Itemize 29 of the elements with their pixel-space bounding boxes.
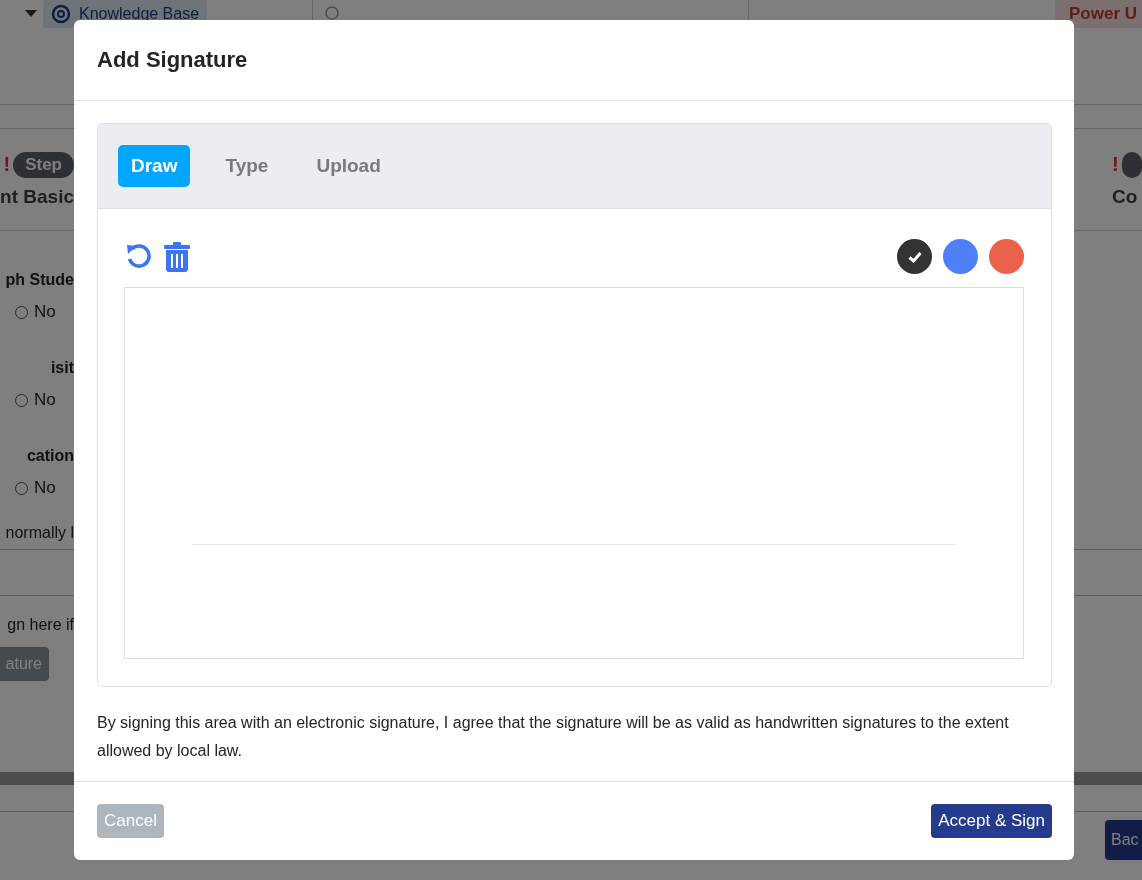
tab[interactable]: Upload [303,145,394,187]
question-label: ph Stude [4,271,74,290]
caret-icon[interactable] [25,10,37,18]
alert-mark: ! [3,153,11,176]
disclaimer-text: By signing this area with an electronic signature, I agree that the signature will be as valid as handwritten signatures to the extent allowed by local law. [97,713,1010,761]
pen-color-swatch[interactable] [989,239,1024,274]
back-button[interactable]: Bac [1105,820,1142,860]
step-title: Co [1112,185,1139,208]
option-label: No [34,390,56,410]
question-label: normally l [4,524,74,542]
tab[interactable]: Draw [118,145,191,187]
trash-icon[interactable] [164,241,190,272]
cancel-button[interactable]: Cancel [97,804,164,838]
search-icon [325,6,342,22]
tab[interactable]: Type [212,145,282,187]
dialog-title: Add Signature [97,47,248,73]
option-label: No [34,302,56,322]
sign-prompt: gn here if [6,616,74,634]
pen-color-swatch[interactable] [943,239,978,274]
question-label: cation [25,447,74,466]
step-badge [1121,151,1142,178]
option-label: No [34,478,56,498]
pen-color-swatch[interactable] [897,239,932,274]
power-user-button[interactable]: Power U [1055,0,1142,28]
step-badge: Step [13,151,74,178]
question-label: isit [49,359,74,378]
alert-mark: ! [1112,153,1119,176]
step-title: nt Basic [0,185,74,208]
accept-button[interactable]: Accept & Sign [931,804,1052,838]
